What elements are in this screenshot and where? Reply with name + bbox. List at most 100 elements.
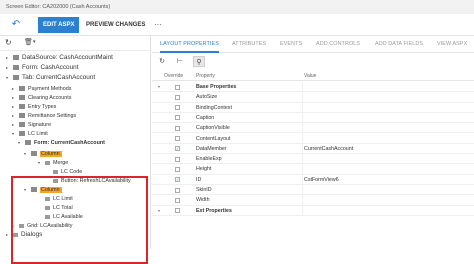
- column-header-override[interactable]: Override: [164, 72, 183, 81]
- property-name: Width: [196, 197, 210, 204]
- tree-node-label: DataSource: CashAccountMaint: [22, 54, 113, 61]
- property-name: ID: [196, 176, 202, 183]
- tree-node[interactable]: ▸ Dialogs: [6, 230, 42, 240]
- tree-node-label: Merge: [53, 160, 69, 166]
- property-value[interactable]: CstFormView6: [304, 175, 339, 185]
- node-type-icon: [19, 86, 25, 92]
- tree-node-label: LC Limit: [53, 196, 73, 202]
- tree-node-label: LC Code: [61, 169, 83, 175]
- refresh-icon[interactable]: ↻: [156, 56, 168, 67]
- override-checkbox[interactable]: [175, 115, 180, 121]
- edit-aspx-button[interactable]: EDIT ASPX: [38, 17, 80, 33]
- expanded-caret-icon[interactable]: ▾: [38, 158, 45, 168]
- node-type-icon: [45, 214, 50, 219]
- property-name: BindingContext: [196, 104, 232, 111]
- delete-dropdown-icon[interactable]: ▾: [33, 39, 36, 45]
- override-checkbox[interactable]: [175, 105, 180, 111]
- property-row[interactable]: ✓ ID CstFormView6: [152, 174, 474, 185]
- node-type-icon: [19, 113, 25, 119]
- property-row[interactable]: EnableExp: [152, 154, 474, 165]
- override-checkbox[interactable]: ✓: [175, 146, 180, 152]
- node-type-icon: [45, 160, 50, 165]
- collapse-all-icon[interactable]: ⊢: [174, 56, 186, 67]
- tab-events[interactable]: EVENTS: [280, 36, 302, 53]
- column-divider: [302, 92, 303, 102]
- tab-view-aspx[interactable]: VIEW ASPX: [437, 36, 467, 53]
- tab-add-controls[interactable]: ADD CONTROLS: [316, 36, 360, 53]
- properties-panel: LAYOUT PROPERTIES ATTRIBUTES EVENTS ADD …: [152, 36, 474, 249]
- grid-header: Override Property Value: [152, 72, 474, 81]
- override-checkbox[interactable]: [175, 84, 180, 90]
- override-checkbox[interactable]: [175, 197, 180, 203]
- tree-node-label: Column: [40, 187, 62, 193]
- column-divider: [302, 133, 303, 143]
- tab-add-data-fields[interactable]: ADD DATA FIELDS: [375, 36, 423, 53]
- tree-node-label: Entry Types: [28, 104, 57, 110]
- node-type-icon: [19, 223, 24, 228]
- node-type-icon: [19, 122, 25, 128]
- property-group-row[interactable]: ▾ Base Properties: [152, 82, 474, 93]
- preview-changes-button[interactable]: PREVIEW CHANGES: [86, 17, 145, 33]
- expanded-caret-icon[interactable]: ▾: [6, 73, 13, 83]
- collapsed-caret-icon[interactable]: ▸: [6, 63, 13, 73]
- expanded-caret-icon[interactable]: ▾: [24, 185, 31, 195]
- node-type-icon: [53, 178, 58, 183]
- column-divider: [302, 164, 303, 174]
- group-caret-icon[interactable]: ▾: [158, 206, 160, 216]
- tree-node-label: LC Limit: [28, 131, 48, 137]
- property-row[interactable]: Caption: [152, 112, 474, 124]
- undo-icon[interactable]: ↶: [5, 17, 27, 33]
- property-row[interactable]: ✓ DataMember CurrentCashAccount: [152, 143, 474, 155]
- override-checkbox[interactable]: [175, 156, 180, 162]
- expanded-caret-icon[interactable]: ▾: [24, 149, 31, 159]
- override-checkbox[interactable]: [175, 187, 180, 193]
- column-divider: [302, 185, 303, 195]
- override-checkbox[interactable]: [175, 208, 180, 214]
- tab-layout-properties[interactable]: LAYOUT PROPERTIES: [160, 36, 219, 53]
- property-row[interactable]: Height: [152, 164, 474, 175]
- node-type-icon: [13, 55, 19, 61]
- more-options-icon[interactable]: ···: [154, 17, 162, 33]
- column-divider: [302, 195, 303, 205]
- expanded-caret-icon[interactable]: ▾: [18, 138, 25, 148]
- property-group-row[interactable]: ▾ Ext Properties: [152, 205, 474, 216]
- override-checkbox[interactable]: ✓: [175, 177, 180, 183]
- property-row[interactable]: AutoSize: [152, 92, 474, 103]
- override-checkbox[interactable]: [175, 125, 180, 131]
- delete-icon[interactable]: 🗑: [24, 38, 33, 46]
- collapsed-caret-icon[interactable]: ▸: [6, 53, 13, 63]
- refresh-icon[interactable]: ↻: [5, 38, 12, 47]
- property-row[interactable]: ContentLayout: [152, 133, 474, 144]
- property-value[interactable]: CurrentCashAccount: [304, 144, 353, 154]
- main-toolbar: ↶ EDIT ASPX PREVIEW CHANGES ···: [0, 14, 474, 36]
- column-header-value[interactable]: Value: [304, 72, 316, 81]
- override-checkbox[interactable]: [175, 166, 180, 172]
- collapsed-caret-icon[interactable]: ▸: [6, 230, 13, 240]
- property-row[interactable]: CaptionVisible: [152, 123, 474, 134]
- node-type-icon: [19, 131, 25, 137]
- override-checkbox[interactable]: [175, 94, 180, 100]
- property-row[interactable]: BindingContext: [152, 102, 474, 113]
- tree-node-label: Payment Methods: [28, 86, 72, 92]
- node-type-icon: [13, 75, 19, 81]
- property-name: Ext Properties: [196, 207, 232, 214]
- override-checkbox[interactable]: [175, 136, 180, 141]
- column-divider: [302, 205, 303, 215]
- group-caret-icon[interactable]: ▾: [158, 82, 160, 92]
- property-row[interactable]: SkinID: [152, 185, 474, 196]
- tab-attributes[interactable]: ATTRIBUTES: [232, 36, 266, 53]
- tree-node[interactable]: ▸ Form: CashAccount: [6, 63, 78, 73]
- tree-node[interactable]: ▸ DataSource: CashAccountMaint: [6, 53, 113, 63]
- property-name: SkinID: [196, 187, 212, 193]
- tree-node[interactable]: ▾ Form: CurrentCashAccount: [18, 138, 105, 148]
- tree-toolbar: ↻ 🗑 ▾: [0, 36, 151, 51]
- tree-node[interactable]: ▾ Tab: CurrentCashAccount: [6, 73, 95, 83]
- property-row[interactable]: Width: [152, 195, 474, 206]
- property-name: DataMember: [196, 145, 227, 152]
- filter-icon[interactable]: ⚲: [193, 56, 205, 67]
- tree-node-label: LC Total: [53, 205, 73, 211]
- properties-toolbar: ↻ ⊢ ⚲: [152, 53, 474, 69]
- node-type-icon: [13, 65, 19, 71]
- tree-node-label: Signature: [28, 122, 52, 128]
- column-header-property[interactable]: Property: [196, 72, 215, 81]
